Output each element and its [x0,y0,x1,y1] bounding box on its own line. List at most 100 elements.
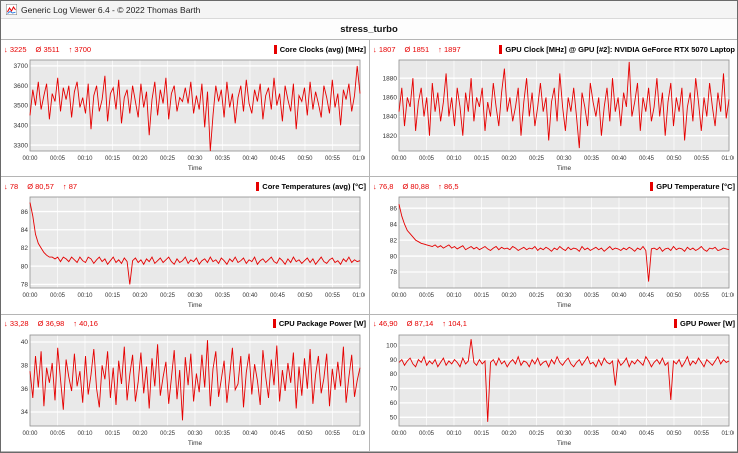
svg-text:00:15: 00:15 [474,156,490,162]
stat-avg: Ø 3511 [36,45,60,54]
svg-text:82: 82 [21,245,29,252]
svg-text:78: 78 [21,282,29,289]
svg-text:00:30: 00:30 [187,156,203,162]
stat-avg: Ø 1851 [405,45,430,54]
svg-text:00:05: 00:05 [50,156,66,162]
svg-text:1860: 1860 [383,95,398,102]
svg-text:00:10: 00:10 [446,293,462,299]
panel-gpu-clock: ↓ 1807 Ø 1851 ↑ 1897 GPU Clock [MHz] @ G… [370,40,738,177]
svg-text:00:30: 00:30 [556,293,572,299]
svg-text:00:25: 00:25 [160,431,176,437]
svg-text:01:00: 01:00 [721,431,734,437]
series-legend-icon [273,319,276,328]
svg-text:01:00: 01:00 [721,156,734,162]
svg-text:00:50: 00:50 [666,156,682,162]
svg-text:00:25: 00:25 [529,156,545,162]
svg-text:00:40: 00:40 [242,156,258,162]
svg-text:00:10: 00:10 [446,156,462,162]
stat-avg: Ø 80,57 [27,182,54,191]
svg-text:00:40: 00:40 [611,293,627,299]
tab-stress-turbo[interactable]: stress_turbo [340,24,398,35]
stat-max: ↑ 86,5 [438,182,458,191]
svg-text:86: 86 [390,206,398,213]
series-legend-icon [650,182,653,191]
svg-text:00:10: 00:10 [77,293,93,299]
svg-text:40: 40 [21,339,29,346]
chart-canvas: 506070809010000:0000:0500:1000:1500:2000… [373,331,734,450]
window-title: Generic Log Viewer 6.4 - © 2022 Thomas B… [21,5,200,15]
svg-text:00:55: 00:55 [694,431,710,437]
svg-text:00:40: 00:40 [242,431,258,437]
svg-text:00:45: 00:45 [270,156,286,162]
svg-text:38: 38 [21,362,29,369]
svg-text:00:35: 00:35 [215,431,231,437]
stat-avg: Ø 80,88 [402,182,429,191]
svg-text:90: 90 [390,356,398,363]
chart-stats: ↓ 3225 Ø 3511 ↑ 3700 [4,45,91,54]
stat-max: ↑ 40,16 [73,319,98,328]
svg-text:00:45: 00:45 [270,293,286,299]
svg-text:00:05: 00:05 [419,431,435,437]
panel-gpu-temp: ↓ 76,8 Ø 80,88 ↑ 86,5 GPU Temperature [°… [370,177,738,314]
svg-text:78: 78 [390,270,398,277]
chart-title-group: CPU Package Power [W] [273,319,366,328]
svg-text:00:20: 00:20 [501,156,517,162]
svg-text:84: 84 [21,227,29,234]
svg-text:00:30: 00:30 [556,156,572,162]
panel-header: ↓ 78 Ø 80,57 ↑ 87 Core Temperatures (avg… [4,179,366,193]
svg-text:00:30: 00:30 [556,431,572,437]
svg-text:Time: Time [557,302,572,309]
app-window: Generic Log Viewer 6.4 - © 2022 Thomas B… [0,0,738,453]
svg-text:00:15: 00:15 [105,293,121,299]
chart-canvas: 788082848600:0000:0500:1000:1500:2000:25… [4,193,365,312]
chart-title: GPU Power [W] [680,319,735,328]
svg-text:00:35: 00:35 [215,156,231,162]
svg-text:00:55: 00:55 [325,293,341,299]
chart-stats: ↓ 76,8 Ø 80,88 ↑ 86,5 [373,182,459,191]
chart-title-group: Core Clocks (avg) [MHz] [274,45,366,54]
panel-header: ↓ 3225 Ø 3511 ↑ 3700 Core Clocks (avg) [… [4,42,366,56]
svg-text:36: 36 [21,386,29,393]
svg-text:50: 50 [390,414,398,421]
svg-text:86: 86 [21,209,29,216]
title-bar: Generic Log Viewer 6.4 - © 2022 Thomas B… [1,1,737,19]
svg-text:Time: Time [188,302,203,309]
panel-header: ↓ 76,8 Ø 80,88 ↑ 86,5 GPU Temperature [°… [373,179,735,193]
svg-text:00:00: 00:00 [391,431,407,437]
svg-text:1820: 1820 [383,133,398,140]
svg-text:00:05: 00:05 [419,293,435,299]
tab-bar: stress_turbo [1,19,737,40]
svg-text:00:45: 00:45 [639,156,655,162]
svg-text:60: 60 [390,400,398,407]
svg-text:00:50: 00:50 [297,156,313,162]
svg-text:01:00: 01:00 [721,293,734,299]
chart-title: GPU Temperature [°C] [656,182,735,191]
svg-text:3400: 3400 [14,122,29,129]
svg-text:00:10: 00:10 [446,431,462,437]
svg-text:01:00: 01:00 [352,156,365,162]
svg-text:82: 82 [390,238,398,245]
svg-text:00:05: 00:05 [50,431,66,437]
chart-title-group: GPU Power [W] [674,319,735,328]
svg-text:00:05: 00:05 [419,156,435,162]
svg-text:00:10: 00:10 [77,156,93,162]
svg-text:00:45: 00:45 [639,293,655,299]
svg-text:Time: Time [557,165,572,172]
svg-text:Time: Time [188,165,203,172]
svg-text:00:30: 00:30 [187,293,203,299]
svg-text:01:00: 01:00 [352,431,365,437]
svg-text:3500: 3500 [14,103,29,110]
svg-text:00:40: 00:40 [611,431,627,437]
svg-text:00:25: 00:25 [160,293,176,299]
svg-text:00:50: 00:50 [666,293,682,299]
chart-title-group: Core Temperatures (avg) [°C] [256,182,366,191]
svg-text:34: 34 [21,409,29,416]
chart-canvas: 3436384000:0000:0500:1000:1500:2000:2500… [4,331,365,450]
svg-text:00:05: 00:05 [50,293,66,299]
stat-max: ↑ 3700 [69,45,92,54]
svg-text:00:50: 00:50 [666,431,682,437]
svg-text:3700: 3700 [14,63,29,70]
svg-text:00:20: 00:20 [132,293,148,299]
chart-title: GPU Clock [MHz] @ GPU [#2]: NVIDIA GeFor… [505,45,735,54]
svg-text:00:15: 00:15 [474,431,490,437]
